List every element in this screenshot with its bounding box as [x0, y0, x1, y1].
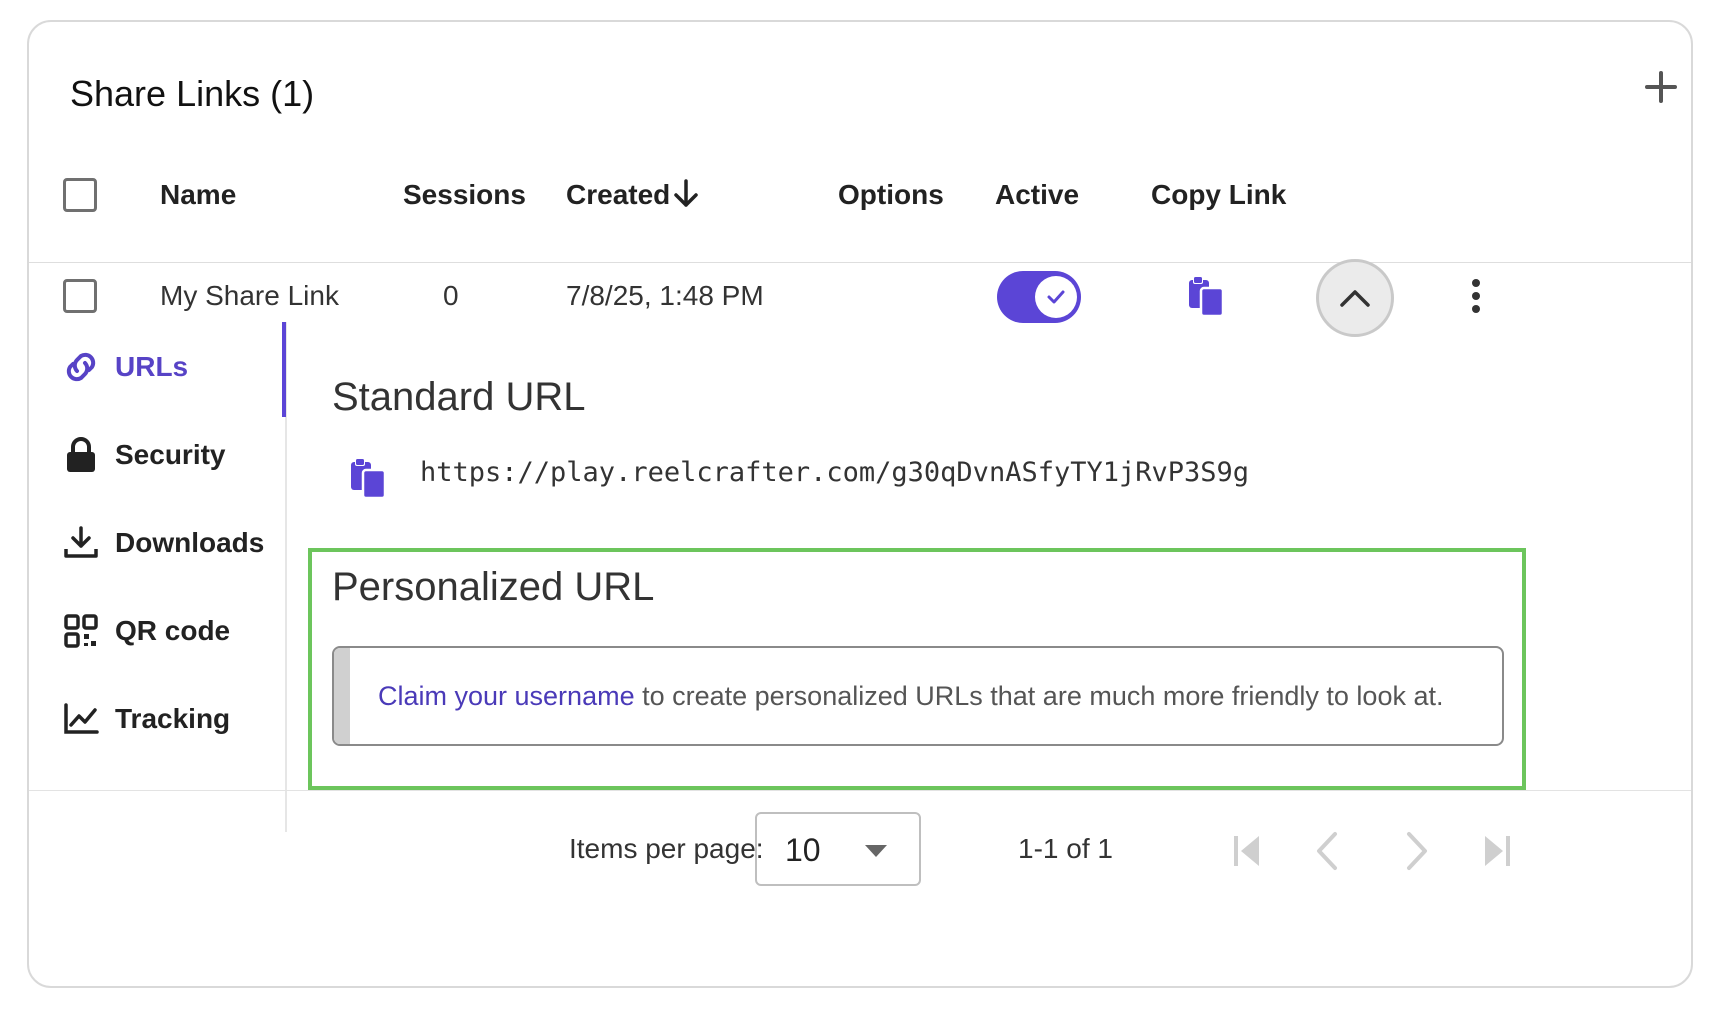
notice-message: Claim your username to create personaliz…: [378, 679, 1444, 713]
column-created-label: Created: [566, 179, 671, 210]
nav-active-indicator: [282, 322, 286, 417]
nav-label-downloads: Downloads: [115, 527, 265, 558]
check-icon: [1035, 276, 1077, 318]
notice-accent-bar: [334, 648, 350, 744]
next-page-icon[interactable]: [1393, 826, 1437, 876]
nav-label-qr-code: QR code: [115, 615, 231, 646]
items-per-page-label: Items per page:: [569, 833, 764, 864]
panel-title: Share Links (1): [70, 73, 315, 114]
link-icon: [59, 345, 103, 389]
nav-item-tracking[interactable]: Tracking: [59, 694, 230, 744]
chevron-up-icon: [1340, 290, 1370, 307]
copy-icon[interactable]: [1185, 274, 1229, 318]
claim-username-link[interactable]: Claim your username: [378, 681, 635, 711]
nav-label-security: Security: [115, 439, 226, 470]
claim-username-notice: Claim your username to create personaliz…: [332, 646, 1504, 746]
table-row: My Share Link 0 7/8/25, 1:48 PM: [29, 259, 1691, 366]
qr-code-icon: [59, 609, 103, 653]
select-all-checkbox[interactable]: [63, 178, 97, 212]
pagination-range: 1-1 of 1: [1018, 833, 1113, 864]
collapse-button[interactable]: [1316, 259, 1394, 337]
column-created[interactable]: Created: [566, 178, 700, 212]
column-options: Options: [838, 179, 944, 210]
row-sessions: 0: [443, 280, 459, 311]
copy-url-icon[interactable]: [347, 456, 391, 500]
row-checkbox[interactable]: [63, 279, 97, 313]
last-page-icon[interactable]: [1475, 826, 1519, 876]
items-per-page-select[interactable]: 10: [755, 812, 921, 886]
column-copy-link: Copy Link: [1151, 179, 1287, 210]
first-page-icon[interactable]: [1225, 826, 1269, 876]
share-links-panel: Share Links (1) Name Sessions Created Op…: [27, 20, 1693, 988]
standard-url-text: https://play.reelcrafter.com/g30qDvnASfy…: [420, 457, 1250, 488]
previous-page-icon[interactable]: [1307, 826, 1351, 876]
more-vertical-icon[interactable]: [1461, 271, 1491, 321]
nav-item-qr-code[interactable]: QR code: [59, 606, 230, 656]
footer-divider: [29, 790, 1691, 791]
column-sessions[interactable]: Sessions: [403, 178, 526, 212]
download-icon: [59, 521, 103, 565]
plus-icon[interactable]: [1639, 65, 1683, 109]
nav-label-tracking: Tracking: [115, 703, 231, 734]
column-active: Active: [995, 179, 1080, 210]
nav-label-urls: URLs: [115, 351, 189, 382]
nav-item-security[interactable]: Security: [59, 430, 226, 480]
chart-line-icon: [59, 697, 103, 741]
notice-text: to create personalized URLs that are muc…: [634, 681, 1444, 711]
row-created: 7/8/25, 1:48 PM: [566, 280, 764, 311]
standard-url-heading: Standard URL: [332, 375, 586, 419]
arrow-down-icon: [674, 179, 699, 207]
table-header: Name Sessions Created Options Active Cop…: [29, 162, 1691, 263]
lock-icon: [59, 433, 103, 477]
items-per-page-value: 10: [785, 832, 821, 868]
active-toggle[interactable]: [997, 271, 1081, 323]
nav-item-urls[interactable]: URLs: [59, 342, 188, 392]
personalized-url-heading: Personalized URL: [332, 565, 655, 609]
column-name[interactable]: Name: [160, 178, 236, 212]
nav-item-downloads[interactable]: Downloads: [59, 518, 264, 568]
row-name: My Share Link: [160, 280, 339, 311]
caret-down-icon: [865, 845, 887, 857]
